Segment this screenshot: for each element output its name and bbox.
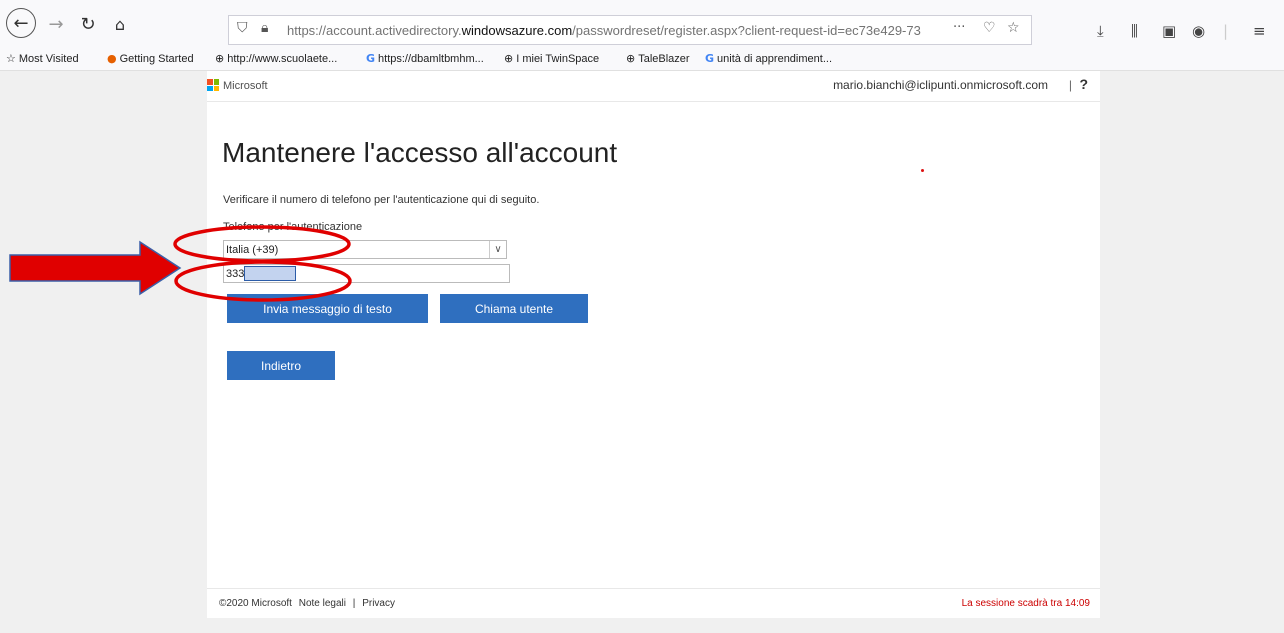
microsoft-logo-icon (207, 79, 219, 91)
bookmark-star-icon[interactable]: ☆ (1007, 20, 1020, 36)
send-sms-button[interactable]: Invia messaggio di testo (227, 294, 428, 323)
home-icon[interactable]: ⌂ (104, 8, 136, 40)
menu-icon[interactable]: ≡ (1253, 22, 1266, 40)
footer-separator: | (352, 598, 356, 609)
reload-icon[interactable]: ↻ (72, 8, 104, 40)
url-text[interactable]: https://account.activedirectory.windowsa… (287, 23, 937, 38)
bookmark-dbamltbmhm[interactable]: Ghttps://dbamltbmhm... (366, 52, 484, 65)
country-select[interactable]: Italia (+39) ∨ (223, 240, 507, 259)
toolbar-divider: | (1223, 22, 1229, 40)
google-icon: G (705, 52, 715, 65)
shield-icon[interactable]: ⛉ (237, 20, 248, 36)
firefox-icon: ● (107, 52, 117, 65)
back-arrow-icon[interactable]: ← (6, 8, 36, 38)
help-icon[interactable]: ? (1079, 76, 1088, 92)
account-email[interactable]: mario.bianchi@iclipunti.onmicrosoft.com (833, 78, 1048, 92)
bookmark-getting-started[interactable]: ● Getting Started (107, 52, 194, 65)
forward-arrow-icon[interactable]: → (40, 8, 72, 40)
page-actions-icon[interactable]: ··· (953, 20, 965, 35)
phone-value: 333 (226, 268, 245, 280)
bookmark-twinspace[interactable]: ⊕ I miei TwinSpace (504, 52, 599, 65)
phone-label: Telefono per l'autenticazione (223, 221, 363, 233)
bookmark-most-visited[interactable]: ☆ Most Visited (6, 52, 79, 65)
bookmark-taleblazer[interactable]: ⊕ TaleBlazer (626, 52, 690, 65)
header-separator: | (1068, 78, 1072, 92)
bookmarks-bar: ☆ Most Visited ● Getting Started ⊕ http://w… (0, 48, 1284, 71)
page-footer: ©2020 Microsoft Note legali | Privacy La… (207, 588, 1100, 619)
globe-icon: ⊕ (504, 52, 514, 65)
red-arrow-annotation (9, 240, 182, 296)
downloads-icon[interactable]: ⤓ (1097, 22, 1104, 40)
library-icon[interactable]: ⫼ (1131, 22, 1138, 40)
legal-link[interactable]: Note legali (299, 598, 346, 609)
google-icon: G (366, 52, 376, 65)
url-bar[interactable]: ⛉ 🔒︎ https://account.activedirectory.win… (228, 15, 1032, 45)
pocket-icon[interactable]: ♡ (983, 20, 996, 36)
sidebar-icon[interactable]: ▣ (1162, 22, 1176, 40)
stray-dot (921, 169, 924, 172)
globe-icon: ⊕ (626, 52, 636, 65)
browser-toolbar: ← → ↻ ⌂ ⛉ 🔒︎ https://account.activedirec… (0, 0, 1284, 48)
page-header: Microsoft mario.bianchi@iclipunti.onmicr… (207, 71, 1100, 102)
country-value: Italia (+39) (226, 244, 279, 256)
back-button[interactable]: Indietro (227, 351, 335, 380)
instructions-text: Verificare il numero di telefono per l'a… (223, 194, 540, 206)
call-user-button[interactable]: Chiama utente (440, 294, 588, 323)
star-gear-icon: ☆ (6, 52, 16, 65)
brand-name: Microsoft (223, 80, 268, 92)
privacy-link[interactable]: Privacy (362, 598, 395, 609)
page-content: Microsoft mario.bianchi@iclipunti.onmicr… (207, 71, 1100, 618)
phone-input[interactable]: 333 (223, 264, 510, 283)
copyright-text: ©2020 Microsoft (219, 598, 292, 609)
globe-icon: ⊕ (215, 52, 225, 65)
bookmark-scuolaete[interactable]: ⊕ http://www.scuolaete... (215, 52, 337, 65)
account-icon[interactable]: ◉ (1192, 22, 1205, 40)
bookmark-unita[interactable]: Gunità di apprendiment... (705, 52, 832, 65)
page-title: Mantenere l'accesso all'account (222, 137, 618, 168)
chevron-down-icon[interactable]: ∨ (489, 241, 506, 258)
lock-icon[interactable]: 🔒︎ (261, 20, 268, 36)
session-timer: La sessione scadrà tra 14:09 (961, 598, 1090, 609)
redacted-selection (244, 266, 296, 281)
